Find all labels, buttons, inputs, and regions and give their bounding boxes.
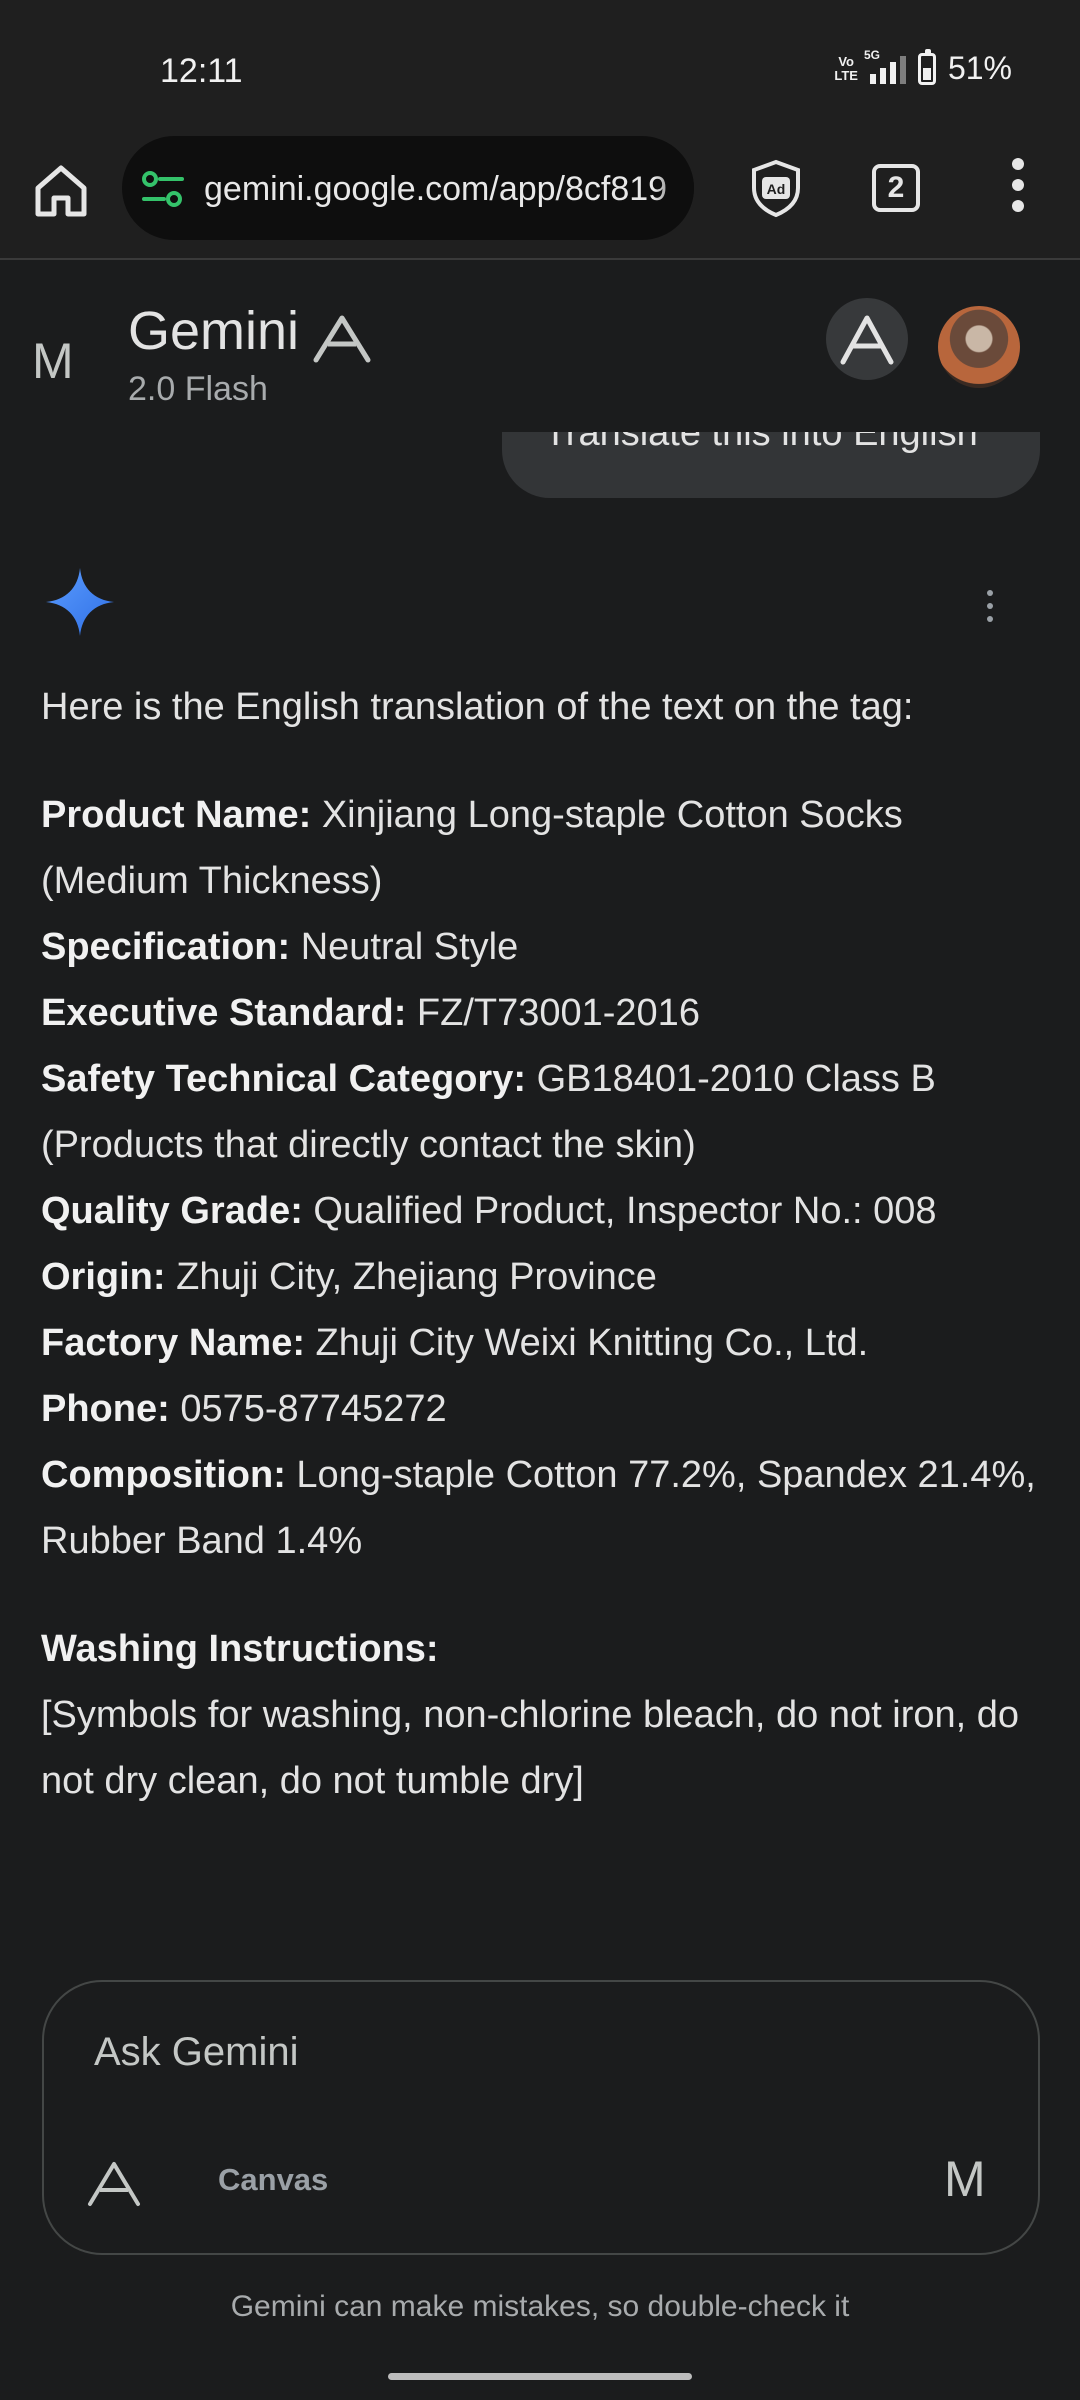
field-composition: Composition: Long-staple Cotton 77.2%, S… (41, 1454, 1036, 1562)
response-more-button[interactable] (980, 590, 1000, 630)
network-type: 5G (863, 47, 880, 62)
avatar[interactable] (938, 306, 1020, 388)
browser-menu-button[interactable] (1000, 158, 1036, 218)
signal-icon: 5G (864, 48, 906, 84)
home-icon (35, 165, 87, 217)
menu-button[interactable]: M (32, 332, 74, 390)
tools-icon[interactable] (86, 2160, 142, 2208)
browser-toolbar: gemini.google.com/app/8cf819 Ad 2 (0, 130, 1080, 260)
more-vert-icon (1000, 158, 1036, 212)
url-text[interactable]: gemini.google.com/app/8cf819 (204, 170, 667, 209)
field-specification: Specification: Neutral Style (41, 926, 519, 968)
more-vert-icon (980, 590, 1000, 622)
gemini-response: Here is the English translation of the t… (41, 674, 1041, 1814)
disclaimer: Gemini can make mistakes, so double-chec… (230, 2290, 850, 2323)
tune-icon[interactable] (142, 170, 184, 208)
field-factory-name: Factory Name: Zhuji City Weixi Knitting … (41, 1322, 869, 1364)
adblock-shield-icon: Ad (752, 159, 800, 218)
battery-icon (917, 48, 936, 85)
field-safety-category: Safety Technical Category: GB18401-2010 … (41, 1058, 936, 1166)
app-title[interactable]: Gemini (128, 300, 299, 362)
app-header: M Gemini 2.0 Flash (0, 262, 1080, 432)
washing-heading: Washing Instructions: (41, 1628, 439, 1670)
volte-indicator: Vo LTE (834, 53, 858, 83)
field-executive-standard: Executive Standard: FZ/T73001-2016 (41, 992, 700, 1034)
gesture-bar[interactable] (388, 2373, 692, 2380)
home-button[interactable] (30, 160, 92, 222)
gemini-spark-icon (46, 568, 114, 636)
new-chat-button[interactable] (826, 298, 908, 380)
new-chat-icon (840, 315, 894, 365)
adblock-button[interactable]: Ad (746, 158, 806, 218)
canvas-button[interactable]: Canvas (218, 2162, 328, 2198)
field-phone: Phone: 0575-87745272 (41, 1388, 447, 1430)
washing-text: [Symbols for washing, non-chlorine bleac… (41, 1694, 1019, 1802)
translation-fields: Product Name: Xinjiang Long-staple Cotto… (41, 782, 1041, 1574)
prompt-box[interactable]: Ask Gemini Canvas M (42, 1980, 1040, 2255)
response-intro: Here is the English translation of the t… (41, 686, 914, 728)
status-icons: Vo LTE 5G 51% (834, 48, 1012, 87)
svg-text:Ad: Ad (767, 181, 786, 197)
address-bar[interactable]: gemini.google.com/app/8cf819 (122, 136, 694, 240)
tabs-button[interactable]: 2 (872, 164, 920, 212)
battery-percent: 51% (947, 50, 1012, 86)
prompt-input[interactable]: Ask Gemini (94, 2030, 299, 2075)
field-quality-grade: Quality Grade: Qualified Product, Inspec… (41, 1190, 937, 1232)
field-origin: Origin: Zhuji City, Zhejiang Province (41, 1256, 657, 1298)
status-bar: 12:11 Vo LTE 5G 51% (0, 0, 1080, 130)
model-selector[interactable]: 2.0 Flash (128, 370, 268, 409)
mic-icon[interactable]: M (944, 2150, 986, 2208)
status-time: 12:11 (160, 52, 243, 90)
chevron-icon[interactable] (310, 312, 374, 366)
field-product-name: Product Name: Xinjiang Long-staple Cotto… (41, 794, 903, 902)
